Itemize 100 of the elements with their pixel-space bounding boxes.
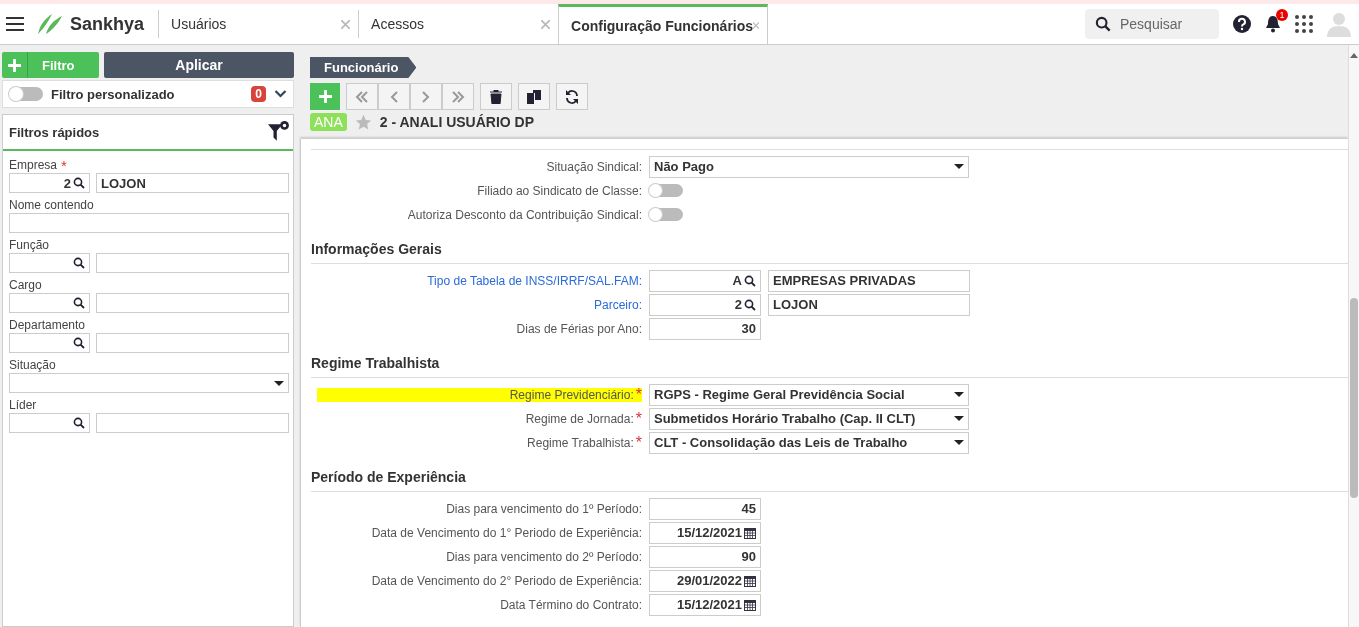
dropdown-caret-icon (274, 380, 284, 386)
close-icon[interactable] (753, 21, 760, 30)
chevron-right-icon (422, 90, 430, 103)
field-link[interactable]: Parceiro: (593, 297, 642, 312)
chevron-down-icon[interactable] (274, 90, 287, 98)
previous-record-button[interactable] (378, 83, 410, 110)
search-icon (1095, 16, 1111, 32)
avatar-icon[interactable] (1327, 11, 1351, 37)
field-label: Dias para vencimento do 1º Período: (446, 501, 642, 516)
required-mark: * (635, 389, 642, 400)
calendar-icon[interactable] (744, 526, 756, 539)
toggle-switch[interactable] (9, 87, 43, 101)
filter-label: Situação (9, 358, 56, 372)
filter-label: Líder (9, 398, 37, 412)
notification-badge: 1 (1276, 9, 1288, 21)
star-icon[interactable] (354, 113, 372, 131)
description-field[interactable]: EMPRESAS PRIVADAS (768, 269, 970, 292)
number-field[interactable]: 90 (649, 545, 761, 568)
code-field[interactable]: A (649, 269, 761, 292)
apps-grid-icon[interactable] (1295, 15, 1313, 33)
filter-settings-icon[interactable] (268, 121, 290, 143)
tab[interactable]: Acessos (358, 10, 559, 38)
field-label: Regime Previdenciário: (509, 387, 634, 402)
dropdown[interactable]: Não Pago (649, 155, 969, 178)
code-field[interactable] (9, 253, 90, 273)
calendar-icon[interactable] (744, 598, 756, 611)
toggle-switch[interactable] (649, 184, 683, 197)
close-icon[interactable] (541, 19, 551, 29)
code-field[interactable] (9, 413, 90, 433)
dropdown[interactable]: Submetidos Horário Trabalho (Cap. II CLT) (649, 407, 969, 430)
dropdown[interactable]: CLT - Consolidação das Leis de Trabalho (649, 431, 969, 454)
field-label: Data de Vencimento do 1° Periodo de Experiência: (371, 525, 642, 540)
next-record-button[interactable] (410, 83, 442, 110)
number-field[interactable]: 30 (649, 317, 761, 340)
filter-label: Função (9, 238, 50, 252)
field-label: Autoriza Desconto da Contribuição Sindical: (407, 207, 642, 222)
copy-button[interactable] (518, 83, 550, 110)
field-label: Dias de Férias por Ano: (516, 321, 642, 336)
description-field[interactable] (96, 413, 289, 433)
date-field[interactable]: 29/01/2022 (649, 569, 761, 592)
first-record-button[interactable] (346, 83, 378, 110)
field-label: Regime Trabalhista: (527, 435, 634, 450)
menu-icon[interactable] (6, 17, 24, 31)
search-icon (744, 298, 756, 311)
dropdown-caret-icon (954, 392, 964, 397)
search-field[interactable]: Pesquisar (1085, 9, 1219, 39)
refresh-button[interactable] (556, 83, 588, 110)
code-field[interactable]: 2 (649, 293, 761, 316)
scroll-up-arrow-icon[interactable] (1350, 53, 1358, 58)
code-field[interactable]: 2 (9, 173, 90, 193)
description-field[interactable]: LOJON (768, 293, 970, 316)
toggle-switch[interactable] (649, 208, 683, 221)
field-link[interactable]: Tipo de Tabela de INSS/IRRF/SAL.FAM: (427, 273, 642, 288)
date-field[interactable]: 15/12/2021 (649, 593, 761, 616)
tab[interactable]: Usuários (158, 10, 359, 38)
record-title: 2 - ANALI USUÁRIO DP (379, 114, 535, 130)
date-field[interactable]: 15/12/2021 (649, 521, 761, 544)
refresh-icon (565, 89, 579, 104)
calendar-icon[interactable] (744, 574, 756, 587)
search-icon (73, 337, 85, 349)
quick-filters-title: Filtros rápidos (9, 124, 100, 140)
filter-label: Nome contendo (9, 198, 94, 212)
description-field[interactable] (96, 293, 289, 313)
section-title: Período de Experiência (311, 459, 1348, 492)
code-field[interactable] (9, 293, 90, 313)
code-field[interactable] (9, 333, 90, 353)
dropdown-caret-icon (954, 164, 964, 169)
section-title: Informações Gerais (311, 231, 1348, 264)
plus-icon (318, 90, 332, 103)
count-badge: 0 (251, 86, 266, 102)
field-label: Regime de Jornada: (525, 411, 634, 426)
dropdown[interactable]: RGPS - Regime Geral Previdência Social (649, 383, 969, 406)
search-icon (73, 257, 85, 269)
required-mark: * (61, 156, 67, 174)
description-field[interactable] (96, 333, 289, 353)
bell-icon[interactable] (1265, 15, 1281, 33)
description-field[interactable]: LOJON (96, 173, 289, 193)
description-field[interactable] (96, 253, 289, 273)
breadcrumb[interactable]: Funcionário (310, 57, 417, 78)
close-icon[interactable] (341, 19, 351, 29)
text-field[interactable] (9, 213, 289, 233)
scrollbar[interactable] (1348, 45, 1359, 627)
apply-button[interactable]: Aplicar (104, 52, 294, 78)
trash-icon (490, 89, 502, 104)
field-label: Filiado ao Sindicato de Classe: (477, 183, 642, 198)
dropdown-caret-icon (954, 440, 964, 445)
field-label: Dias para vencimento do 2º Período: (446, 549, 642, 564)
filter-label: Empresa (9, 158, 58, 172)
required-mark: * (635, 413, 642, 424)
search-icon (73, 417, 85, 429)
number-field[interactable]: 45 (649, 497, 761, 520)
search-icon (73, 297, 85, 309)
delete-button[interactable] (480, 83, 512, 110)
field-label: Situação Sindical: (546, 159, 642, 174)
add-button[interactable] (310, 83, 340, 110)
help-icon[interactable] (1233, 15, 1251, 33)
last-record-button[interactable] (442, 83, 474, 110)
copy-icon (527, 89, 541, 104)
field-label: Data Término do Contrato: (500, 597, 642, 612)
dropdown[interactable] (9, 373, 289, 393)
